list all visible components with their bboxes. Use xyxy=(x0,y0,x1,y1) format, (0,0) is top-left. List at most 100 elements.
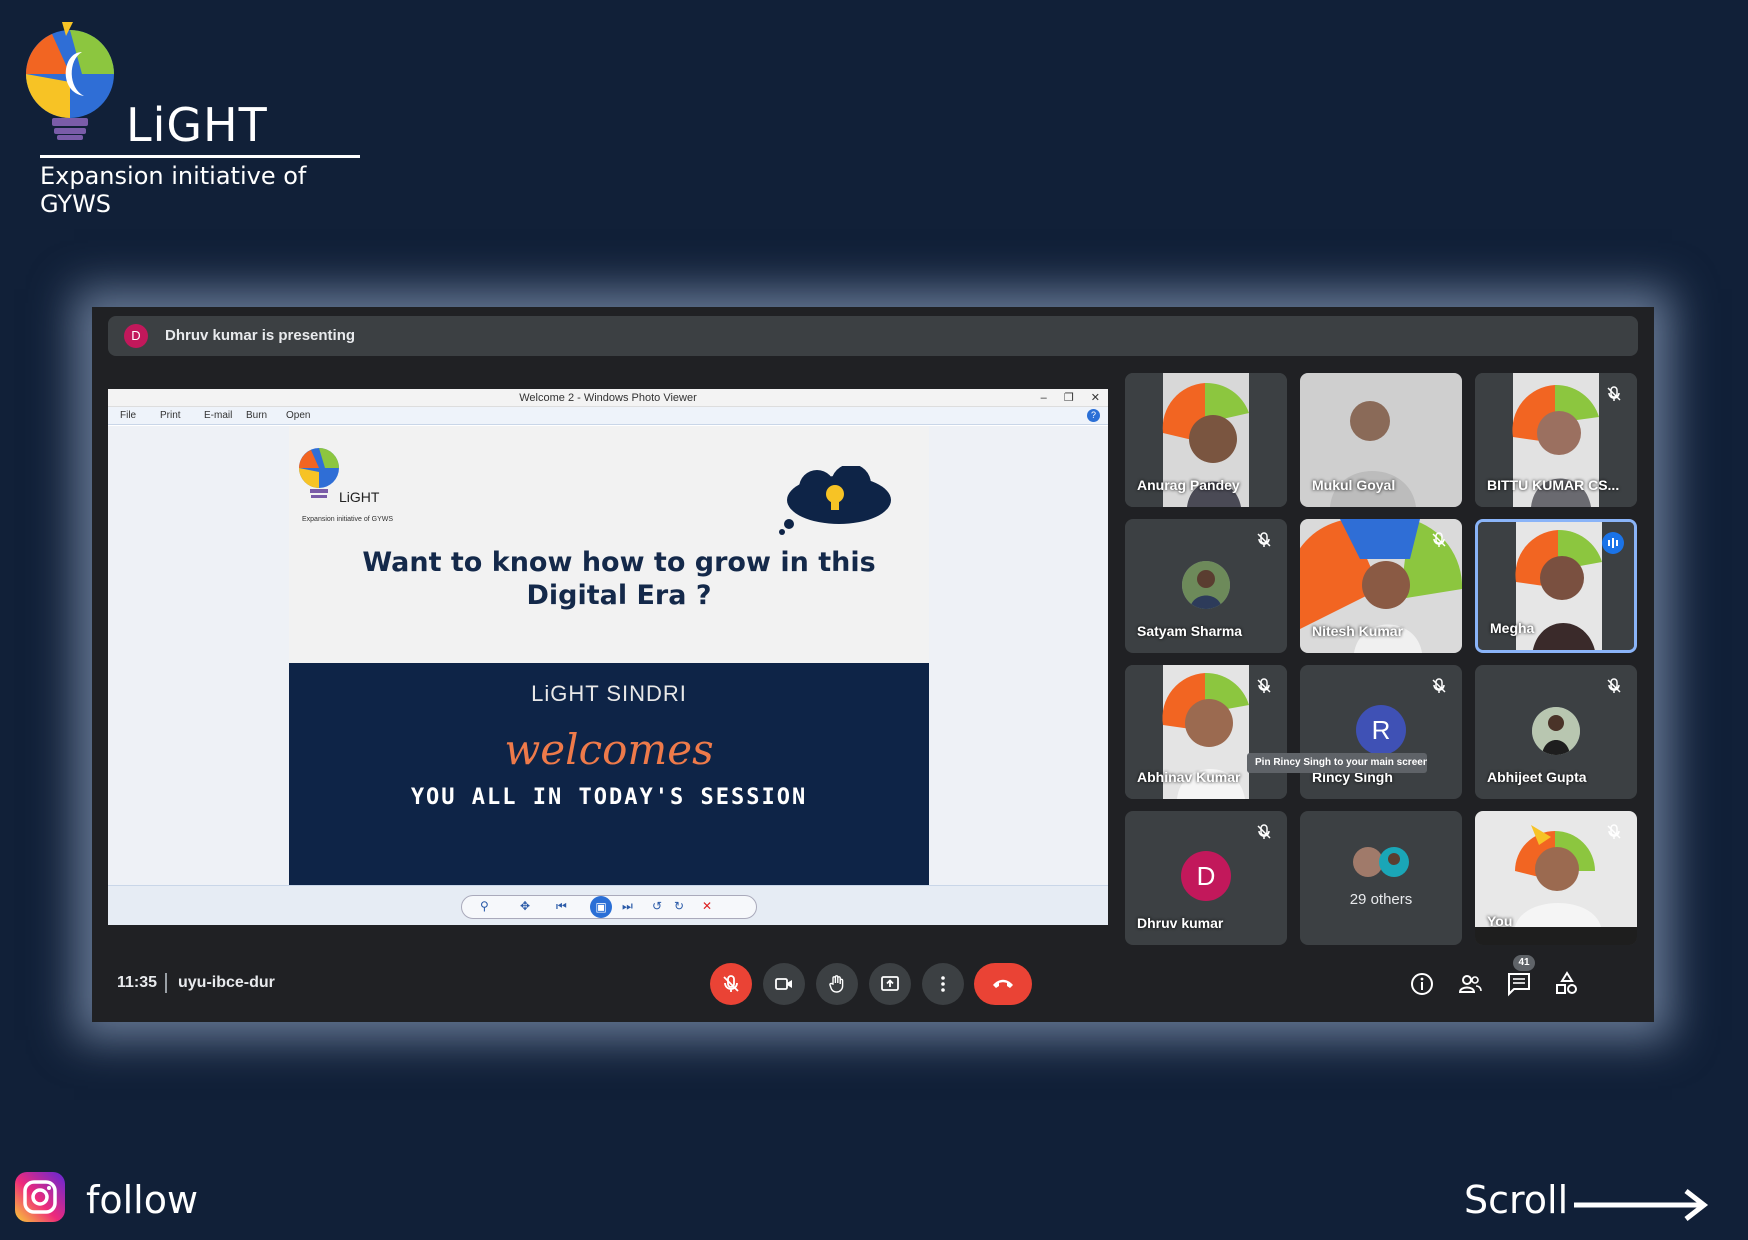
video-camera-icon xyxy=(775,978,792,990)
meet-window: D Dhruv kumar is presenting Welcome 2 - … xyxy=(92,307,1654,1022)
minimize-icon: – xyxy=(1040,392,1047,404)
menu-email: E-mail xyxy=(204,410,233,421)
brand-divider xyxy=(40,155,360,158)
present-screen-icon xyxy=(881,976,899,991)
participant-avatar xyxy=(1182,561,1230,609)
participant-name: Nitesh Kumar xyxy=(1312,623,1404,639)
others-count: 29 others xyxy=(1349,891,1413,908)
others-tile[interactable]: 29 others xyxy=(1300,811,1462,945)
slide-brand: LiGHT xyxy=(339,489,380,505)
mic-off-icon xyxy=(1432,532,1446,547)
participant-avatar xyxy=(1532,707,1580,755)
slide-question-line1: Want to know how to grow in this xyxy=(362,547,876,578)
participant-letter-avatar: R xyxy=(1356,705,1406,755)
present-screen-button[interactable] xyxy=(869,963,911,1005)
participant-name: Dhruv kumar xyxy=(1137,915,1224,931)
mic-off-icon xyxy=(1257,678,1271,693)
slide-logo-icon xyxy=(299,448,339,498)
arrow-right-icon xyxy=(1574,1189,1709,1221)
slide-question-line2: Digital Era ? xyxy=(526,580,712,611)
brand-name: LiGHT xyxy=(126,98,268,152)
more-options-button[interactable] xyxy=(922,963,964,1005)
brand-header: LiGHT Expansion initiative of GYWS xyxy=(22,22,362,218)
menu-open: Open xyxy=(286,410,311,421)
camera-toggle-button[interactable] xyxy=(763,963,805,1005)
raise-hand-button[interactable] xyxy=(816,963,858,1005)
presenter-avatar: D xyxy=(124,324,148,348)
participant-letter-avatar: D xyxy=(1181,851,1231,901)
photo-viewer-titlebar: Welcome 2 - Windows Photo Viewer – ❐ ✕ xyxy=(108,389,1108,407)
mic-off-icon xyxy=(1257,824,1271,839)
brand-tagline: Expansion initiative of GYWS xyxy=(40,162,307,218)
hand-icon xyxy=(829,975,844,993)
speaking-indicator-icon xyxy=(1602,532,1624,554)
divider xyxy=(165,973,167,993)
shared-screen: Welcome 2 - Windows Photo Viewer – ❐ ✕ F… xyxy=(108,389,1108,925)
slide-org: LiGHT SINDRI xyxy=(531,681,687,706)
photo-viewer-toolbar: ⚲ ✥ ⏮ ▣ ⏭ ↺ ↻ ✕ xyxy=(108,885,1108,925)
participant-name: Satyam Sharma xyxy=(1137,623,1243,639)
participant-tile[interactable]: Anurag Pandey xyxy=(1125,373,1287,507)
participant-tile[interactable]: Nitesh Kumar xyxy=(1300,519,1462,653)
scroll-label: Scroll xyxy=(1464,1178,1569,1222)
pin-tooltip: Pin Rincy Singh to your main screen. xyxy=(1247,753,1427,773)
activities-icon[interactable] xyxy=(1554,971,1580,997)
leave-call-button[interactable] xyxy=(974,963,1032,1005)
photo-viewer-title: Welcome 2 - Windows Photo Viewer xyxy=(519,392,697,404)
follow-label: follow xyxy=(86,1178,199,1222)
participant-name: BITTU KUMAR CS... xyxy=(1487,477,1620,493)
instagram-glyph-icon xyxy=(23,1180,57,1214)
participant-tile[interactable]: Satyam Sharma xyxy=(1125,519,1287,653)
mic-off-icon xyxy=(1607,824,1621,839)
next-icon: ⏭ xyxy=(622,899,633,913)
window-controls: – ❐ ✕ xyxy=(1027,389,1100,407)
presenting-bar: D Dhruv kumar is presenting xyxy=(108,316,1638,356)
participant-count-badge: 41 xyxy=(1513,955,1535,971)
mic-off-icon xyxy=(1432,678,1446,693)
participant-name: Abhijeet Gupta xyxy=(1487,769,1587,785)
slide-bottom: LiGHT SINDRI welcomes YOU ALL IN TODAY'S… xyxy=(289,663,929,885)
slide-question: Want to know how to grow in this Digital… xyxy=(349,546,889,612)
mic-off-icon xyxy=(723,975,739,992)
zoom-icon: ⚲ xyxy=(480,899,489,913)
people-icon[interactable] xyxy=(1457,971,1483,997)
hang-up-icon xyxy=(993,979,1013,988)
mic-off-icon xyxy=(1607,678,1621,693)
slide-tagline: Expansion initiative of GYWS xyxy=(302,516,394,523)
more-vert-icon xyxy=(941,976,945,992)
self-tile[interactable]: You xyxy=(1475,811,1637,945)
participant-tile[interactable]: R Rincy Singh xyxy=(1300,665,1462,799)
help-icon: ? xyxy=(1087,409,1100,422)
slide-welcome: welcomes xyxy=(504,725,714,774)
presenting-text: Dhruv kumar is presenting xyxy=(165,327,356,344)
participant-name: Mukul Goyal xyxy=(1312,477,1396,493)
menu-print: Print xyxy=(160,410,181,421)
person-photo-icon xyxy=(1182,561,1230,609)
participant-tile-active[interactable]: Megha xyxy=(1475,519,1637,653)
fit-icon: ✥ xyxy=(520,899,531,913)
mic-off-icon xyxy=(1257,532,1271,547)
restore-icon: ❐ xyxy=(1063,392,1074,404)
person-photo-icon xyxy=(1532,707,1580,755)
chat-icon[interactable] xyxy=(1506,971,1532,997)
participant-tile[interactable]: D Dhruv kumar xyxy=(1125,811,1287,945)
photo-viewer-controls: ⚲ ✥ ⏮ ▣ ⏭ ↺ ↻ ✕ xyxy=(461,895,757,919)
slideshow-icon: ▣ xyxy=(590,896,612,918)
photo-viewer-canvas: LiGHT Expansion initiative of GYWS Want … xyxy=(108,426,1108,885)
participant-name: Abhinav Kumar xyxy=(1137,769,1241,785)
thought-cloud-bulb-icon xyxy=(779,466,891,535)
instagram-icon[interactable] xyxy=(15,1172,65,1222)
participant-tile[interactable]: BITTU KUMAR CS... xyxy=(1475,373,1637,507)
participant-tile[interactable]: Abhijeet Gupta xyxy=(1475,665,1637,799)
menu-file: File xyxy=(120,410,137,421)
photo-viewer-menubar: File Print E-mail Burn Open ? xyxy=(108,407,1108,425)
participant-name: Anurag Pandey xyxy=(1137,477,1240,493)
participant-tile[interactable]: Mukul Goyal xyxy=(1300,373,1462,507)
mic-toggle-button[interactable] xyxy=(710,963,752,1005)
menu-burn: Burn xyxy=(246,410,268,421)
light-bulb-logo-icon xyxy=(26,22,114,140)
rotate-left-icon: ↺ xyxy=(652,899,663,913)
participant-tile[interactable]: Abhinav Kumar xyxy=(1125,665,1287,799)
rotate-right-icon: ↻ xyxy=(674,899,685,913)
meeting-details-icon[interactable] xyxy=(1409,971,1435,997)
